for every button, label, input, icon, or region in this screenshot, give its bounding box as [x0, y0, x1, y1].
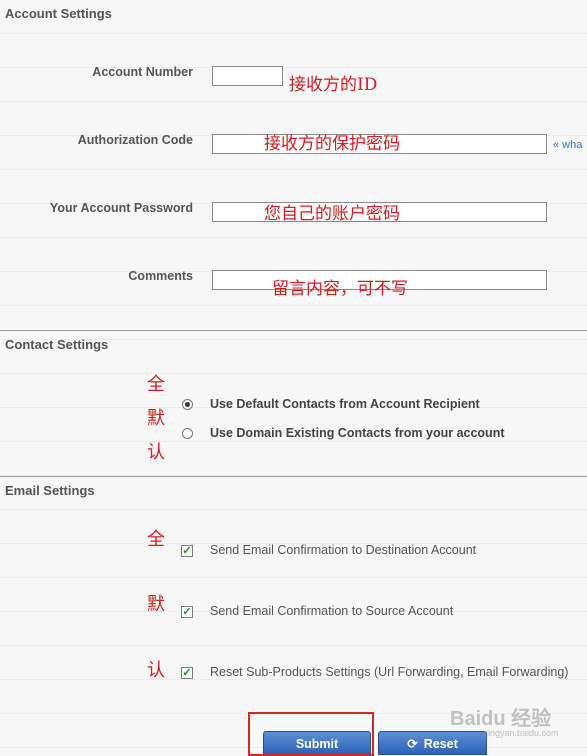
- baidu-watermark-url: jingyan.baidu.com: [486, 728, 559, 738]
- submit-highlight-box: [248, 712, 374, 756]
- authorization-code-label: Authorization Code: [77, 133, 193, 147]
- email-annotation-1: 全: [147, 529, 165, 550]
- checkmark-icon: ✓: [182, 667, 192, 679]
- account-password-note: 您自己的账户密码: [264, 204, 400, 224]
- reset-subproducts-label: Reset Sub-Products Settings (Url Forward…: [210, 665, 569, 679]
- confirm-destination-checkbox[interactable]: ✓: [181, 545, 193, 557]
- contact-settings-header: Contact Settings: [5, 337, 109, 352]
- domain-contacts-radio[interactable]: [182, 428, 193, 439]
- whats-this-link[interactable]: « wha: [553, 139, 582, 151]
- email-annotation-3: 认: [147, 660, 165, 681]
- default-contacts-radio[interactable]: [182, 399, 193, 410]
- contact-annotation-3: 认: [147, 442, 165, 463]
- page-background: [0, 0, 587, 750]
- authorization-code-note: 接收方的保护密码: [264, 134, 400, 154]
- checkmark-icon: ✓: [182, 606, 192, 618]
- account-password-label: Your Account Password: [49, 201, 193, 215]
- confirm-destination-label: Send Email Confirmation to Destination A…: [210, 543, 477, 557]
- reset-subproducts-checkbox[interactable]: ✓: [181, 667, 193, 679]
- contact-annotation-2: 默: [147, 408, 165, 429]
- default-contacts-label: Use Default Contacts from Account Recipi…: [210, 397, 480, 411]
- account-number-input[interactable]: [212, 66, 283, 86]
- account-number-label: Account Number: [92, 65, 193, 79]
- domain-contacts-label: Use Domain Existing Contacts from your a…: [210, 426, 505, 440]
- confirm-source-label: Send Email Confirmation to Source Accoun…: [210, 604, 454, 618]
- reset-button-label: Reset: [423, 737, 458, 751]
- baidu-watermark: Baidu 经验: [450, 708, 552, 730]
- refresh-icon: ⟳: [407, 737, 418, 751]
- confirm-source-checkbox[interactable]: ✓: [181, 606, 193, 618]
- account-settings-header: Account Settings: [5, 6, 112, 21]
- checkmark-icon: ✓: [182, 545, 192, 557]
- contact-annotation-1: 全: [147, 374, 165, 395]
- email-settings-header: Email Settings: [5, 483, 95, 498]
- comments-note: 留言内容，可不写: [272, 279, 408, 299]
- comments-label: Comments: [128, 269, 193, 283]
- reset-button[interactable]: ⟳ Reset: [378, 731, 487, 755]
- radio-selected-dot: [185, 402, 190, 407]
- account-number-note: 接收方的ID: [289, 75, 378, 95]
- email-annotation-2: 默: [147, 594, 165, 615]
